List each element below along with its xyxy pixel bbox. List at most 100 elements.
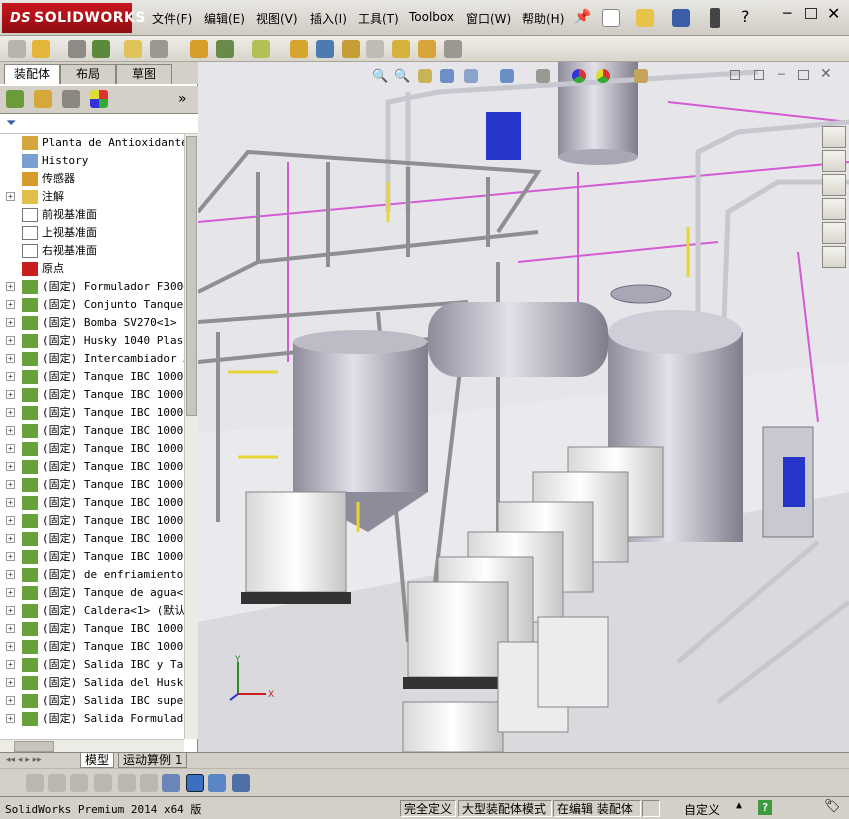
bill-of-materials-icon[interactable] [316,40,334,58]
tree-item[interactable]: + (固定) Formulador F300< [0,278,184,296]
menu-file[interactable]: 文件(F) [152,10,192,27]
zoom-to-area-icon[interactable]: 🔍 [394,69,410,84]
expand-icon[interactable]: + [6,354,15,363]
exploded-view-icon[interactable] [342,40,360,58]
tree-item[interactable]: + (固定) Tanque IBC 1000L [0,368,184,386]
home-icon[interactable] [822,126,846,148]
layer-icon[interactable] [232,774,250,792]
instant3d-icon[interactable] [444,40,462,58]
show-hidden-icon[interactable] [190,40,208,58]
tree-item[interactable]: + (固定) Tanque IBC 1000L [0,386,184,404]
tree-item[interactable]: 上视基准面 [0,224,184,242]
zoom-to-fit-icon[interactable]: 🔍 [372,69,388,84]
shaded-edges-icon[interactable] [48,774,66,792]
save-icon[interactable] [672,9,690,27]
configuration-manager-icon[interactable] [62,90,80,108]
expand-icon[interactable]: + [6,426,15,435]
expand-icon[interactable]: + [6,336,15,345]
clearance-verification-icon[interactable] [418,40,436,58]
expand-icon[interactable]: + [6,498,15,507]
tab-motion-study-1[interactable]: 运动算例 1 [118,753,188,768]
expand-icon[interactable]: + [6,534,15,543]
menu-window[interactable]: 窗口(W) [466,10,511,27]
expand-icon[interactable]: + [6,552,15,561]
tree-item[interactable]: 传感器 [0,170,184,188]
chevron-right-icon[interactable]: » [178,91,187,107]
previous-view-icon[interactable] [418,69,432,83]
menu-insert[interactable]: 插入(I) [310,10,347,27]
view-orientation-icon[interactable] [464,69,478,83]
tree-item[interactable]: 右视基准面 [0,242,184,260]
tab-model[interactable]: 模型 [80,753,115,768]
design-library-icon[interactable] [822,150,846,172]
insert-component-icon[interactable] [32,40,50,58]
tree-item[interactable]: + (固定) Tanque IBC 1000L [0,404,184,422]
appearances-icon[interactable] [822,222,846,244]
expand-icon[interactable]: + [6,678,15,687]
viewport-close-icon[interactable]: ✕ [820,66,832,82]
wireframe-icon[interactable] [94,774,112,792]
box-view-icon[interactable] [186,774,204,792]
table-view-icon[interactable] [208,774,226,792]
viewport-minimize-icon[interactable]: ─ [778,68,785,81]
menu-toolbox[interactable]: Toolbox [409,10,454,24]
tree-item[interactable]: + (固定) Intercambiador A [0,350,184,368]
expand-icon[interactable]: + [6,714,15,723]
solidworks-logo[interactable]: DS SOLIDWORKS [2,3,145,33]
minimize-icon[interactable]: ─ [783,6,791,22]
menu-tools[interactable]: 工具(T) [358,10,399,27]
traffic-light-icon[interactable] [710,8,720,28]
hidden-lines-icon[interactable] [70,774,88,792]
tree-item[interactable]: + (固定) Tanque IBC 1000L [0,530,184,548]
apply-scene-icon[interactable] [596,69,610,83]
expand-icon[interactable]: + [6,372,15,381]
tree-item[interactable]: + (固定) Salida IBC y Tan [0,656,184,674]
tree-item[interactable]: + (固定) Tanque IBC 1000L [0,620,184,638]
expand-icon[interactable]: + [6,480,15,489]
expand-icon[interactable]: + [6,696,15,705]
expand-icon[interactable]: + [6,516,15,525]
tab-layout[interactable]: 布局 [60,64,116,84]
smart-fasteners-icon[interactable] [124,40,142,58]
tree-item[interactable]: + (固定) Tanque de agua<1 [0,584,184,602]
maximize-icon[interactable] [805,8,817,19]
expand-icon[interactable]: + [6,660,15,669]
axes-icon[interactable] [162,774,180,792]
filter-icon[interactable]: ⏷ [6,116,16,131]
expand-icon[interactable]: + [6,462,15,471]
new-motion-study-icon[interactable] [290,40,308,58]
viewport-restore-icon[interactable] [798,70,809,80]
expand-icon[interactable]: + [6,606,15,615]
expand-icon[interactable]: + [6,318,15,327]
tab-assembly[interactable]: 装配体 [4,64,60,84]
property-manager-icon[interactable] [34,90,52,108]
tree-item[interactable]: + 注解 [0,188,184,206]
shaded-icon[interactable] [26,774,44,792]
tree-item[interactable]: History [0,152,184,170]
expand-icon[interactable]: + [6,588,15,597]
view-palette-icon[interactable] [822,198,846,220]
pin-icon[interactable]: 📌 [574,9,591,25]
expand-icon[interactable]: + [6,192,15,201]
reference-geometry-icon[interactable] [252,40,270,58]
tree-item[interactable]: + (固定) Salida Formulado [0,710,184,728]
status-help-icon[interactable]: ? [758,800,772,815]
close-icon[interactable]: ✕ [827,4,840,23]
custom-properties-icon[interactable] [822,246,846,268]
expand-icon[interactable]: + [6,624,15,633]
tree-item[interactable]: + (固定) Tanque IBC 1000L [0,440,184,458]
mate-icon[interactable] [68,40,86,58]
new-document-icon[interactable] [602,9,620,27]
scroll-thumb[interactable] [186,136,197,416]
units-selector[interactable]: 自定义 [684,801,720,818]
move-component-icon[interactable] [150,40,168,58]
menu-view[interactable]: 视图(V) [256,10,298,27]
linear-pattern-icon[interactable] [92,40,110,58]
tag-icon[interactable]: 🏷 [824,799,841,814]
tree-item[interactable]: + (固定) Bomba SV270<1> ( [0,314,184,332]
interference-detection-icon[interactable] [392,40,410,58]
hide-show-items-icon[interactable] [536,69,550,83]
display-style-icon[interactable] [500,69,514,83]
expand-icon[interactable]: + [6,300,15,309]
help-icon[interactable]: ? [741,7,750,26]
